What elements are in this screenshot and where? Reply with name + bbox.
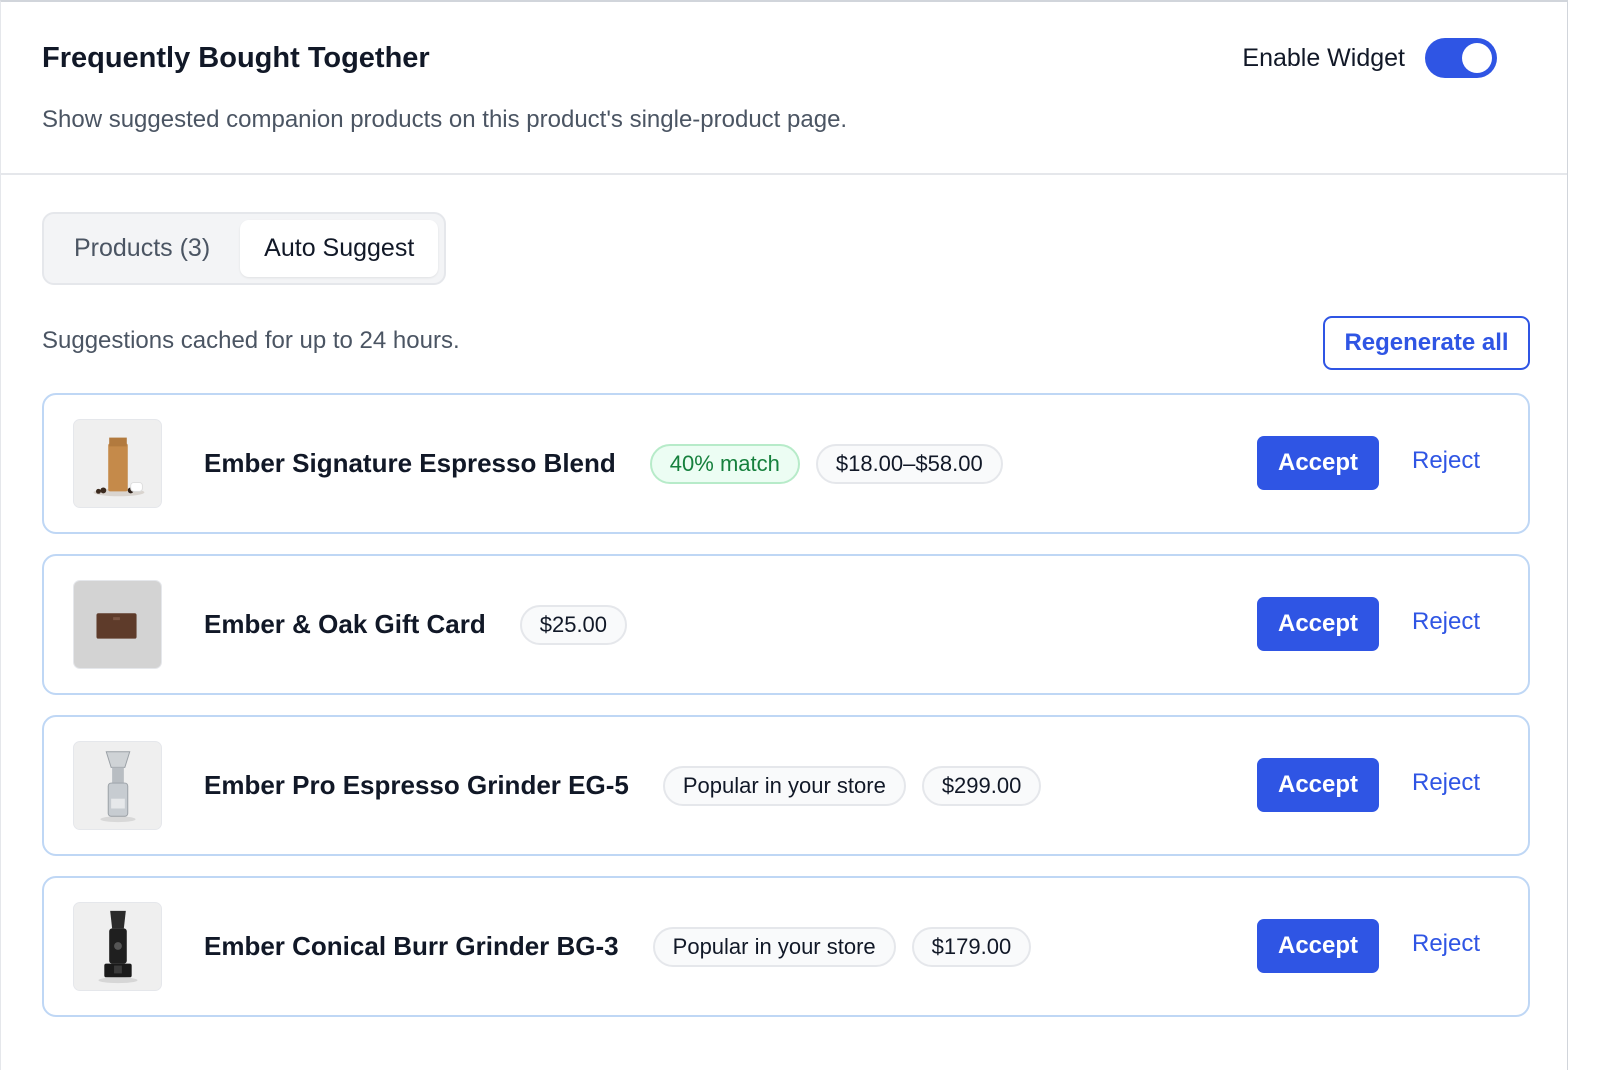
burr-grinder-icon [73, 902, 162, 991]
fbt-panel: Frequently Bought Together Show suggeste… [0, 0, 1568, 1070]
price-badge: $179.00 [911, 926, 1032, 967]
product-name: Ember Signature Espresso Blend [204, 448, 616, 478]
product-name: Ember Pro Espresso Grinder EG-5 [204, 770, 629, 800]
tab-products[interactable]: Products (3) [50, 220, 234, 277]
page-subtitle: Show suggested companion products on thi… [42, 106, 848, 133]
accept-button[interactable]: Accept [1257, 758, 1379, 812]
badge-group: 40% match $18.00–$58.00 [649, 443, 1003, 484]
toggle-knob [1462, 43, 1492, 73]
badge-group: Popular in your store $179.00 [652, 926, 1032, 967]
suggestion-list: Ember Signature Espresso Blend 40% match… [42, 393, 1530, 1037]
price-badge: $18.00–$58.00 [815, 443, 1003, 484]
suggestion-card: Ember Pro Espresso Grinder EG-5 Popular … [42, 715, 1530, 856]
panel-header: Frequently Bought Together Show suggeste… [1, 2, 1567, 175]
popular-badge: Popular in your store [662, 765, 906, 806]
page-title: Frequently Bought Together [42, 42, 430, 74]
match-badge: 40% match [649, 443, 800, 484]
suggestion-card: Ember Signature Espresso Blend 40% match… [42, 393, 1530, 534]
tab-bar: Products (3) Auto Suggest [42, 212, 447, 285]
reject-link[interactable]: Reject [1412, 769, 1480, 797]
popular-badge: Popular in your store [652, 926, 896, 967]
product-name: Ember & Oak Gift Card [204, 609, 486, 639]
tab-auto-suggest[interactable]: Auto Suggest [240, 220, 439, 277]
enable-widget-control: Enable Widget [1242, 38, 1497, 78]
reject-link[interactable]: Reject [1412, 930, 1480, 958]
grinder-icon [73, 741, 162, 830]
regenerate-all-button[interactable]: Regenerate all [1323, 316, 1530, 370]
reject-link[interactable]: Reject [1412, 447, 1480, 475]
accept-button[interactable]: Accept [1257, 436, 1379, 490]
badge-group: $25.00 [519, 604, 628, 645]
accept-button[interactable]: Accept [1257, 597, 1379, 651]
enable-widget-toggle[interactable] [1425, 38, 1497, 78]
enable-widget-label: Enable Widget [1242, 43, 1405, 72]
product-name: Ember Conical Burr Grinder BG-3 [204, 931, 619, 961]
gift-card-icon [73, 580, 162, 669]
reject-link[interactable]: Reject [1412, 608, 1480, 636]
badge-group: Popular in your store $299.00 [662, 765, 1042, 806]
coffee-bag-icon [73, 419, 162, 508]
price-badge: $299.00 [921, 765, 1042, 806]
suggestion-card: Ember Conical Burr Grinder BG-3 Popular … [42, 876, 1530, 1017]
accept-button[interactable]: Accept [1257, 919, 1379, 973]
price-badge: $25.00 [519, 604, 628, 645]
suggestion-card: Ember & Oak Gift Card $25.00 Accept Reje… [42, 554, 1530, 695]
cache-note: Suggestions cached for up to 24 hours. [42, 327, 460, 354]
